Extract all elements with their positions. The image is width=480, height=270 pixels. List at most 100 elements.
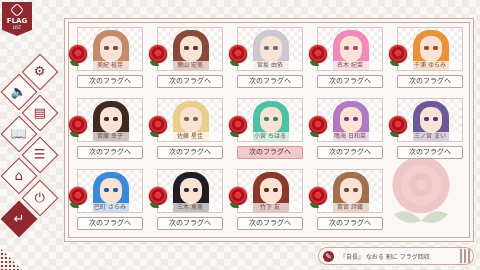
character-card: 巴町 さらみ 次のフラグへ	[69, 169, 143, 231]
portrait-eye	[113, 117, 118, 121]
character-portrait[interactable]: 三木 恵美	[157, 169, 223, 213]
next-flag-button[interactable]: 次のフラグへ	[157, 75, 223, 88]
next-flag-button[interactable]: 次のフラグへ	[77, 217, 143, 230]
portrait-eye	[344, 46, 349, 50]
portrait-eye	[273, 117, 278, 121]
portrait-eye	[184, 46, 189, 50]
character-card: 宮坂 由依 次のフラグへ	[229, 27, 303, 89]
character-portrait[interactable]: 佐藤 星佳	[157, 98, 223, 142]
character-portrait[interactable]: 斎藤 幸子	[77, 98, 143, 142]
rose-leaf-icon	[390, 61, 399, 66]
character-grid: 美紀 裕芽 次のフラグへ 葉山 宏美 次のフラグへ 宮坂 由依 次のフラグへ 名…	[69, 27, 463, 231]
home-icon: ⌂	[14, 168, 24, 184]
character-portrait[interactable]: 名木 紀菜	[317, 27, 383, 71]
character-card: 三ノ宮 まい 次のフラグへ	[389, 98, 463, 160]
settings-icon: ⚙	[34, 64, 46, 80]
next-flag-button[interactable]: 次のフラグへ	[157, 217, 223, 230]
rose-leaf-icon	[70, 132, 79, 137]
rose-leaf-icon	[230, 132, 239, 137]
character-portrait[interactable]: 小宮 ちはる	[237, 98, 303, 142]
portrait-eye	[344, 117, 349, 121]
portrait-eye	[104, 46, 109, 50]
character-name: 斎宮 詩織	[318, 203, 382, 212]
rose-leaf-icon	[310, 61, 319, 66]
rose-leaf-icon	[310, 203, 319, 208]
character-card: 竹下 友 次のフラグへ	[229, 169, 303, 231]
character-portrait[interactable]: 斎宮 詩織	[317, 169, 383, 213]
character-portrait[interactable]: 美紀 裕芽	[77, 27, 143, 71]
status-bar-grip	[460, 249, 470, 263]
character-name: 美紀 裕芽	[78, 61, 142, 70]
next-flag-button[interactable]: 次のフラグへ	[77, 75, 143, 88]
character-name: 斎藤 幸子	[78, 132, 142, 141]
next-flag-button[interactable]: 次のフラグへ	[397, 146, 463, 159]
logo-ring-icon	[9, 2, 25, 18]
next-flag-button[interactable]: 次のフラグへ	[237, 146, 303, 159]
next-flag-button[interactable]: 次のフラグへ	[317, 146, 383, 159]
rose-leaf-icon	[230, 61, 239, 66]
portrait-eye	[433, 46, 438, 50]
character-portrait[interactable]: 鳴海 日和菜	[317, 98, 383, 142]
character-portrait[interactable]: 葉山 宏美	[157, 27, 223, 71]
next-flag-button[interactable]: 次のフラグへ	[157, 146, 223, 159]
next-flag-button[interactable]: 次のフラグへ	[77, 146, 143, 159]
portrait-eye	[193, 117, 198, 121]
character-portrait[interactable]: 三ノ宮 まい	[397, 98, 463, 142]
portrait-eye	[113, 46, 118, 50]
portrait-eye	[264, 46, 269, 50]
corner-dot-pattern	[0, 248, 22, 270]
character-card: 美紀 裕芽 次のフラグへ	[69, 27, 143, 89]
character-portrait[interactable]: 千浦 ゆらみ	[397, 27, 463, 71]
volume-icon: 🔈	[10, 84, 28, 100]
character-card: 斎藤 幸子 次のフラグへ	[69, 98, 143, 160]
rose-leaf-icon	[150, 203, 159, 208]
character-name: 鳴海 日和菜	[318, 132, 382, 141]
rose-leaf-icon	[150, 61, 159, 66]
status-text: 『自長』 なおる 割に フラグ回収	[340, 253, 430, 261]
next-flag-button[interactable]: 次のフラグへ	[237, 217, 303, 230]
next-flag-button[interactable]: 次のフラグへ	[317, 75, 383, 88]
character-name: 千浦 ゆらみ	[398, 61, 462, 70]
character-card: 葉山 宏美 次のフラグへ	[149, 27, 223, 89]
character-card: 三木 恵美 次のフラグへ	[149, 169, 223, 231]
portrait-eye	[273, 46, 278, 50]
portrait-eye	[184, 188, 189, 192]
character-name: 名木 紀菜	[318, 61, 382, 70]
portrait-eye	[193, 188, 198, 192]
save-book-icon: 📖	[10, 126, 28, 142]
character-card: 小宮 ちはる 次のフラグへ	[229, 98, 303, 160]
character-portrait[interactable]: 巴町 さらみ	[77, 169, 143, 213]
portrait-eye	[273, 188, 278, 192]
power-icon: ⏻	[34, 190, 46, 206]
character-name: 葉山 宏美	[158, 61, 222, 70]
portrait-eye	[344, 188, 349, 192]
rose-leaf-icon	[70, 203, 79, 208]
status-bar: ✎ 『自長』 なおる 割に フラグ回収	[318, 247, 474, 265]
pen-icon: ✎	[323, 250, 334, 262]
portrait-eye	[113, 188, 118, 192]
portrait-eye	[264, 117, 269, 121]
character-name: 三ノ宮 まい	[398, 132, 462, 141]
rose-leaf-icon	[70, 61, 79, 66]
portrait-eye	[353, 117, 358, 121]
back-icon: ↵	[13, 211, 25, 227]
character-name: 小宮 ちはる	[238, 132, 302, 141]
portrait-eye	[424, 46, 429, 50]
character-name: 宮坂 由依	[238, 61, 302, 70]
portrait-eye	[184, 117, 189, 121]
next-flag-button[interactable]: 次のフラグへ	[317, 217, 383, 230]
character-name: 竹下 友	[238, 203, 302, 212]
character-portrait[interactable]: 竹下 友	[237, 169, 303, 213]
rose-leaf-icon	[230, 203, 239, 208]
character-portrait[interactable]: 宮坂 由依	[237, 27, 303, 71]
next-flag-button[interactable]: 次のフラグへ	[397, 75, 463, 88]
load-icon: ▤	[33, 105, 47, 121]
character-name: 佐藤 星佳	[158, 132, 222, 141]
portrait-eye	[104, 117, 109, 121]
next-flag-button[interactable]: 次のフラグへ	[237, 75, 303, 88]
backlog-icon: ☰	[34, 147, 46, 163]
rose-leaf-icon	[150, 132, 159, 137]
flag-list-logo: FLAG LIST	[2, 2, 32, 36]
character-card: 千浦 ゆらみ 次のフラグへ	[389, 27, 463, 89]
portrait-eye	[353, 46, 358, 50]
